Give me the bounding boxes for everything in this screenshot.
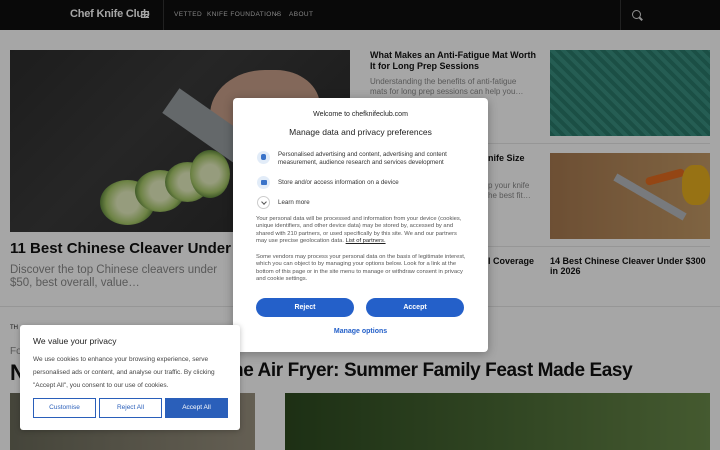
reject-button[interactable]: Reject bbox=[256, 298, 354, 317]
consent-title: Manage data and privacy preferences bbox=[289, 127, 432, 137]
consent-modal: Welcome to chefknifeclub.com Manage data… bbox=[233, 98, 488, 352]
cookie-title: We value your privacy bbox=[33, 336, 117, 346]
accept-button[interactable]: Accept bbox=[366, 298, 464, 317]
consent-purpose-ads: Personalised advertising and content, ad… bbox=[278, 151, 447, 166]
consent-purpose-storage: Store and/or access information on a dev… bbox=[278, 179, 399, 186]
cookie-banner: We value your privacy We use cookies to … bbox=[20, 325, 240, 430]
consent-paragraph-1: Your personal data will be processed and… bbox=[256, 216, 466, 246]
reject-all-button[interactable]: Reject All bbox=[99, 398, 162, 418]
learn-more-link[interactable]: Learn more bbox=[278, 199, 478, 207]
customise-button[interactable]: Customise bbox=[33, 398, 96, 418]
manage-options-link[interactable]: Manage options bbox=[233, 328, 488, 335]
device-storage-icon bbox=[257, 176, 270, 189]
consent-welcome: Welcome to chefknifeclub.com bbox=[313, 111, 408, 118]
consent-paragraph-2: Some vendors may process your personal d… bbox=[256, 254, 466, 283]
chevron-down-icon[interactable] bbox=[257, 196, 270, 209]
partners-link[interactable]: List of partners. bbox=[346, 238, 386, 244]
ad-person-icon bbox=[257, 151, 270, 164]
accept-all-button[interactable]: Accept All bbox=[165, 398, 228, 418]
cookie-text: We use cookies to enhance your browsing … bbox=[33, 356, 215, 389]
